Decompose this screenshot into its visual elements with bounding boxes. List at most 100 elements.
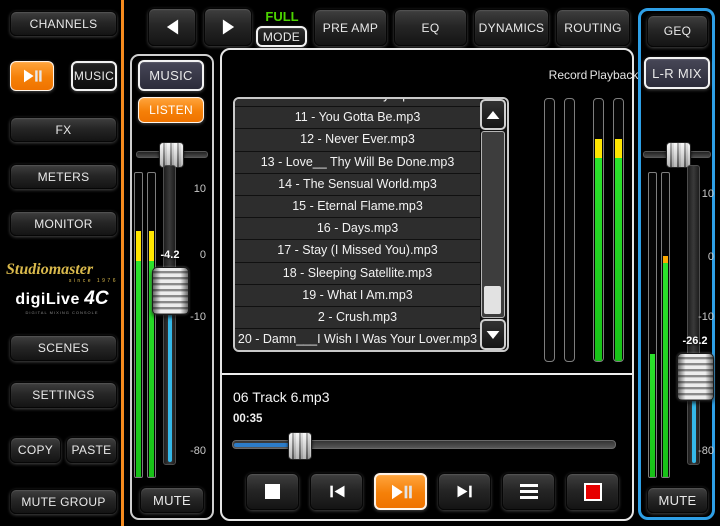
previous-track-button[interactable]	[310, 473, 363, 510]
mode-button[interactable]: MODE	[256, 26, 307, 47]
play-pause-button[interactable]	[374, 473, 427, 510]
brand-model: 4C	[84, 288, 108, 309]
sidebar-music-button[interactable]: MUSIC	[71, 61, 117, 91]
studiomaster-logo: Studiomaster since 1976	[6, 260, 118, 284]
brand-name: Studiomaster	[6, 260, 118, 280]
master-fader-knob[interactable]	[677, 353, 714, 401]
monitor-button[interactable]: MONITOR	[10, 211, 117, 236]
playlist-item[interactable]: 10 - Walk On By.mp3	[235, 97, 480, 107]
master-meter-right	[661, 172, 670, 478]
playback-meter-left	[593, 98, 604, 362]
master-name-button[interactable]: L-R MIX	[644, 57, 710, 89]
playlist-item[interactable]: 2 - Crush.mp3	[235, 307, 480, 329]
scroll-thumb[interactable]	[484, 286, 501, 314]
nav-previous-channel-button[interactable]	[148, 8, 196, 46]
scroll-up-button[interactable]	[480, 99, 506, 130]
playlist-menu-button[interactable]	[502, 473, 555, 510]
channel-meter-right	[147, 172, 156, 478]
master-mute-button[interactable]: MUTE	[647, 487, 708, 513]
scale-plus10: 10	[694, 188, 714, 200]
meter-yellow-segment	[136, 231, 141, 261]
scroll-down-button[interactable]	[480, 319, 506, 350]
playlist-item[interactable]: 16 - Days.mp3	[235, 218, 480, 240]
scale-plus10: 10	[186, 183, 206, 195]
fader-knob[interactable]	[152, 267, 189, 315]
play-pause-icon	[21, 68, 43, 84]
arrow-right-icon	[221, 18, 236, 36]
scale-minus10: -10	[694, 311, 714, 323]
channels-button[interactable]: CHANNELS	[10, 11, 117, 36]
copy-button[interactable]: COPY	[10, 437, 61, 463]
stop-button[interactable]	[246, 473, 299, 510]
next-track-icon	[455, 483, 475, 500]
meter-green-segment	[615, 158, 622, 362]
preamp-button[interactable]: PRE AMP	[314, 9, 387, 46]
record-button[interactable]	[566, 473, 619, 510]
arrow-down-icon	[485, 329, 501, 341]
settings-button[interactable]: SETTINGS	[10, 382, 117, 408]
playlist-item[interactable]: 15 - Eternal Flame.mp3	[235, 196, 480, 218]
dynamics-button[interactable]: DYNAMICS	[474, 9, 549, 46]
record-meter-left	[544, 98, 555, 362]
record-meter-right	[564, 98, 575, 362]
previous-track-icon	[327, 483, 347, 500]
music-player-panel: Record Playback 10 - Walk On By.mp3 11 -…	[220, 48, 634, 521]
playlist-item[interactable]: 12 - Never Ever.mp3	[235, 129, 480, 151]
routing-button[interactable]: ROUTING	[556, 9, 630, 46]
master-meter-left	[648, 172, 657, 478]
sidebar-divider	[121, 0, 124, 526]
playlist-item[interactable]: 11 - You Gotta Be.mp3	[235, 107, 480, 129]
playlist-item	[235, 351, 480, 352]
elapsed-time: 00:35	[233, 413, 262, 425]
arrow-left-icon	[165, 18, 180, 36]
channel-name-button[interactable]: MUSIC	[138, 60, 204, 91]
master-pan-knob[interactable]	[666, 142, 691, 168]
playlist: 10 - Walk On By.mp3 11 - You Gotta Be.mp…	[233, 97, 509, 352]
playlist-item[interactable]: 14 - The Sensual World.mp3	[235, 174, 480, 196]
playlist-item[interactable]: 20 - Damn___I Wish I Was Your Lover.mp3	[235, 329, 480, 351]
playlist-item[interactable]: 17 - Stay (I Missed You).mp3	[235, 240, 480, 262]
channel-meter-left	[134, 172, 143, 478]
meter-green-segment	[595, 158, 602, 362]
scenes-button[interactable]: SCENES	[10, 335, 117, 361]
playlist-menu-icon	[520, 484, 538, 499]
eq-button[interactable]: EQ	[394, 9, 467, 46]
geq-button[interactable]: GEQ	[647, 15, 708, 47]
meter-orange-tip-segment	[663, 256, 668, 263]
next-track-button[interactable]	[438, 473, 491, 510]
brand-subtitle: DIGITAL MIXING CONSOLE	[6, 310, 118, 315]
music-player-button[interactable]	[10, 61, 54, 91]
scale-minus10: -10	[186, 311, 206, 323]
brand-product: digiLive	[15, 291, 79, 308]
mute-group-button[interactable]: MUTE GROUP	[10, 489, 117, 514]
stop-icon	[265, 484, 280, 499]
meter-green-segment	[136, 261, 141, 478]
music-channel-strip: MUSIC LISTEN -4.2 10 0 -10 -80 MUTE	[130, 54, 214, 520]
playlist-item[interactable]: 18 - Sleeping Satellite.mp3	[235, 263, 480, 285]
panel-divider	[222, 373, 632, 375]
master-fader-value: -26.2	[674, 335, 716, 347]
lr-mix-master-strip: GEQ L-R MIX -26.2 10 0 -10 -80 MUTE	[638, 8, 715, 520]
track-title: 06 Track 6.mp3	[233, 389, 330, 405]
fx-button[interactable]: FX	[10, 117, 117, 142]
playback-meter-right	[613, 98, 624, 362]
listen-button[interactable]: LISTEN	[138, 97, 204, 123]
meters-button[interactable]: METERS	[10, 164, 117, 189]
fader-value: -4.2	[150, 249, 190, 261]
meter-yellow-segment	[615, 139, 622, 158]
seek-knob[interactable]	[288, 432, 312, 460]
playlist-item[interactable]: 13 - Love__ Thy Will Be Done.mp3	[235, 152, 480, 174]
scale-zero: 0	[694, 251, 714, 263]
scroll-track[interactable]	[481, 131, 505, 318]
playlist-scrollbar[interactable]	[480, 99, 507, 350]
arrow-up-icon	[485, 109, 501, 121]
scale-minus80: -80	[694, 445, 714, 457]
meter-green-segment	[650, 354, 655, 477]
play-pause-icon	[389, 483, 413, 501]
paste-button[interactable]: PASTE	[66, 437, 117, 463]
record-icon	[584, 483, 602, 501]
meter-yellow-segment	[595, 139, 602, 158]
playlist-item[interactable]: 19 - What I Am.mp3	[235, 285, 480, 307]
mute-button[interactable]: MUTE	[140, 487, 204, 513]
nav-next-channel-button[interactable]	[204, 8, 252, 46]
